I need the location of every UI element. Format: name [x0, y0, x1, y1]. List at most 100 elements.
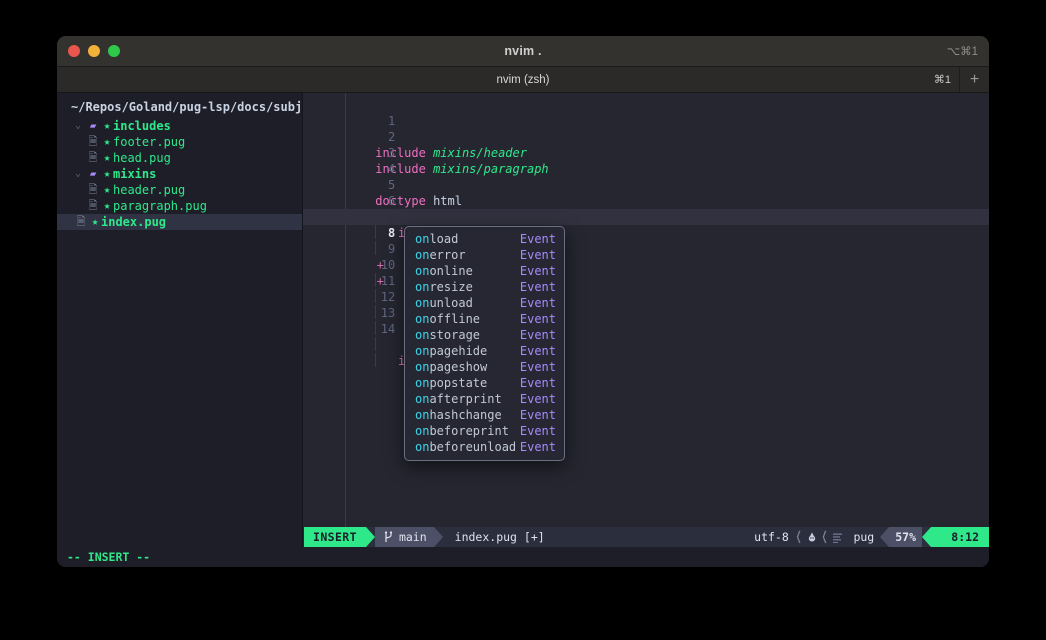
command-line[interactable]: -- INSERT --: [57, 547, 989, 567]
completion-match: on: [415, 424, 430, 438]
completion-rest: beforeunload: [429, 440, 517, 454]
completion-rest: popstate: [429, 376, 488, 390]
modified-icon: ★: [91, 215, 99, 228]
modified-icon: ★: [103, 183, 111, 196]
tree-item-mixins[interactable]: ⌄ ▰ ★ mixins: [57, 166, 302, 182]
completion-item[interactable]: on offline Event: [405, 311, 564, 327]
terminal-window: nvim . ⌥⌘1 nvim (zsh) ⌘1 + ~/Repos/Golan…: [57, 36, 989, 567]
tab-shortcut-hint: ⌘1: [933, 74, 951, 86]
folder-icon: ▰: [89, 119, 97, 132]
completion-rest: pagehide: [429, 344, 488, 358]
completion-match: on: [415, 392, 430, 406]
tree-root-path: ~/Repos/Goland/pug-lsp/docs/subj: [71, 100, 302, 114]
completion-match: on: [415, 232, 430, 246]
tree-item-includes[interactable]: ⌄ ▰ ★ includes: [57, 118, 302, 134]
completion-item[interactable]: on beforeunload Event: [405, 439, 564, 455]
completion-item[interactable]: on resize Event: [405, 279, 564, 295]
window-content: ~/Repos/Goland/pug-lsp/docs/subj ⌄ ▰ ★ i…: [57, 93, 989, 567]
lines-icon: [833, 533, 843, 543]
tree-item-header-pug[interactable]: 🗎 ★ header.pug: [57, 182, 302, 198]
tree-item-footer-pug[interactable]: 🗎 ★ footer.pug: [57, 134, 302, 150]
scroll-percent: 57%: [889, 527, 922, 547]
completion-item[interactable]: on load Event: [405, 231, 564, 247]
code-line-1: 1 include mixins/header: [303, 97, 989, 160]
completion-match: on: [415, 296, 430, 310]
completion-match: on: [415, 360, 430, 374]
chevron-down-icon[interactable]: ⌄: [71, 118, 85, 134]
completion-item[interactable]: on error Event: [405, 247, 564, 263]
modified-icon: ★: [103, 135, 111, 148]
code-line-6: 6 include includes/head: [303, 177, 989, 240]
encoding-label: utf-8: [754, 530, 789, 544]
completion-match: on: [415, 280, 430, 294]
completion-rest: afterprint: [429, 392, 502, 406]
window-titlebar: nvim . ⌥⌘1: [57, 36, 989, 67]
mode-separator-icon: [365, 527, 375, 547]
tree-item-paragraph-pug[interactable]: 🗎 ★ paragraph.pug: [57, 198, 302, 214]
completion-item[interactable]: on online Event: [405, 263, 564, 279]
completion-kind: Event: [519, 440, 556, 454]
completion-match: on: [415, 312, 430, 326]
completion-match: on: [415, 248, 430, 262]
completion-rest: load: [429, 232, 459, 246]
completion-item[interactable]: on hashchange Event: [405, 407, 564, 423]
completion-popup[interactable]: on load Event on error Event on online Even…: [404, 226, 565, 461]
completion-kind: Event: [519, 408, 556, 422]
code-editor[interactable]: 1 include mixins/header 2 include mixins…: [303, 93, 989, 567]
completion-rest: offline: [429, 312, 481, 326]
completion-kind: Event: [519, 312, 556, 326]
git-branch-segment[interactable]: main: [374, 527, 434, 547]
completion-rest: beforeprint: [429, 424, 509, 438]
completion-kind: Event: [519, 248, 556, 262]
completion-kind: Event: [519, 296, 556, 310]
tree-item-label: footer.pug: [113, 135, 186, 149]
tab-nvim-zsh[interactable]: nvim (zsh): [57, 74, 989, 86]
tree-item-label: includes: [113, 119, 171, 133]
completion-kind: Event: [519, 232, 556, 246]
completion-kind: Event: [519, 264, 556, 278]
code-line-7: 7: [303, 193, 989, 255]
file-name-label: index.pug [+]: [454, 530, 545, 544]
new-tab-button[interactable]: +: [959, 67, 989, 92]
completion-match: on: [415, 376, 430, 390]
code-line-3: 3: [303, 129, 989, 160]
branch-separator-icon: [433, 527, 443, 547]
window-shortcut-hint: ⌥⌘1: [946, 46, 978, 58]
file-icon: 🗎: [88, 199, 98, 212]
completion-kind: Event: [519, 328, 556, 342]
completion-kind: Event: [519, 344, 556, 358]
completion-rest: hashchange: [429, 408, 502, 422]
statusline-left: INSERT main index.pug [+]: [304, 527, 545, 547]
code-line-8: 8 body(on): [303, 209, 989, 272]
chevron-down-icon[interactable]: ⌄: [71, 166, 85, 182]
git-branch-icon: [384, 531, 393, 542]
completion-kind: Event: [519, 424, 556, 438]
terminal-tabbar: nvim (zsh) ⌘1 +: [57, 67, 989, 93]
modified-icon: ★: [103, 151, 111, 164]
modified-icon: ★: [103, 119, 111, 132]
file-explorer-panel: ~/Repos/Goland/pug-lsp/docs/subj ⌄ ▰ ★ i…: [57, 93, 303, 567]
tree-item-index-pug[interactable]: 🗎 ★ index.pug: [57, 214, 302, 230]
completion-item[interactable]: on beforeprint Event: [405, 423, 564, 439]
completion-kind: Event: [519, 376, 556, 390]
completion-kind: Event: [519, 280, 556, 294]
completion-item[interactable]: on afterprint Event: [405, 391, 564, 407]
tree-item-head-pug[interactable]: 🗎 ★ head.pug: [57, 150, 302, 166]
completion-item[interactable]: on pageshow Event: [405, 359, 564, 375]
completion-rest: pageshow: [429, 360, 488, 374]
completion-item[interactable]: on storage Event: [405, 327, 564, 343]
statusline-right: utf-8 ❬ ❬ pug 57% 8:12: [748, 527, 989, 547]
code-line-4: 4 doctype html: [303, 145, 989, 208]
file-icon: 🗎: [76, 215, 86, 228]
completion-rest: online: [429, 264, 473, 278]
completion-item[interactable]: on popstate Event: [405, 375, 564, 391]
completion-match: on: [415, 408, 430, 422]
code-line-5: 5 html(lang="en"): [303, 161, 989, 224]
file-icon: 🗎: [88, 151, 98, 164]
completion-item[interactable]: on pagehide Event: [405, 343, 564, 359]
completion-item[interactable]: on unload Event: [405, 295, 564, 311]
completion-rest: error: [429, 248, 466, 262]
line-number: 14: [380, 322, 396, 336]
completion-kind: Event: [519, 392, 556, 406]
completion-match: on: [415, 264, 430, 278]
